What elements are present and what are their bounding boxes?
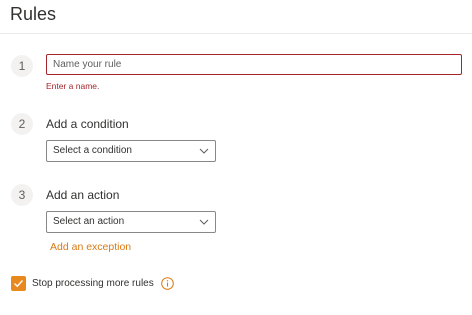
rule-name-input[interactable] bbox=[46, 54, 462, 75]
page-title: Rules bbox=[10, 4, 57, 24]
chevron-down-icon bbox=[199, 219, 209, 225]
step-number-1: 1 bbox=[11, 55, 33, 77]
info-icon[interactable] bbox=[161, 277, 174, 290]
step-number-3: 3 bbox=[11, 184, 33, 206]
header: Rules bbox=[0, 0, 472, 34]
add-exception-link[interactable]: Add an exception bbox=[50, 241, 131, 253]
step-number-2: 2 bbox=[11, 113, 33, 135]
condition-dropdown-value: Select a condition bbox=[53, 145, 132, 156]
action-dropdown[interactable]: Select an action bbox=[46, 211, 216, 233]
condition-dropdown[interactable]: Select a condition bbox=[46, 140, 216, 162]
action-label: Add an action bbox=[46, 188, 120, 202]
checkmark-icon bbox=[14, 280, 24, 288]
stop-processing-checkbox[interactable] bbox=[11, 276, 26, 291]
action-dropdown-value: Select an action bbox=[53, 216, 125, 227]
name-error-message: Enter a name. bbox=[46, 81, 100, 91]
stop-processing-label[interactable]: Stop processing more rules bbox=[32, 278, 154, 289]
condition-label: Add a condition bbox=[46, 117, 129, 131]
chevron-down-icon bbox=[199, 148, 209, 154]
